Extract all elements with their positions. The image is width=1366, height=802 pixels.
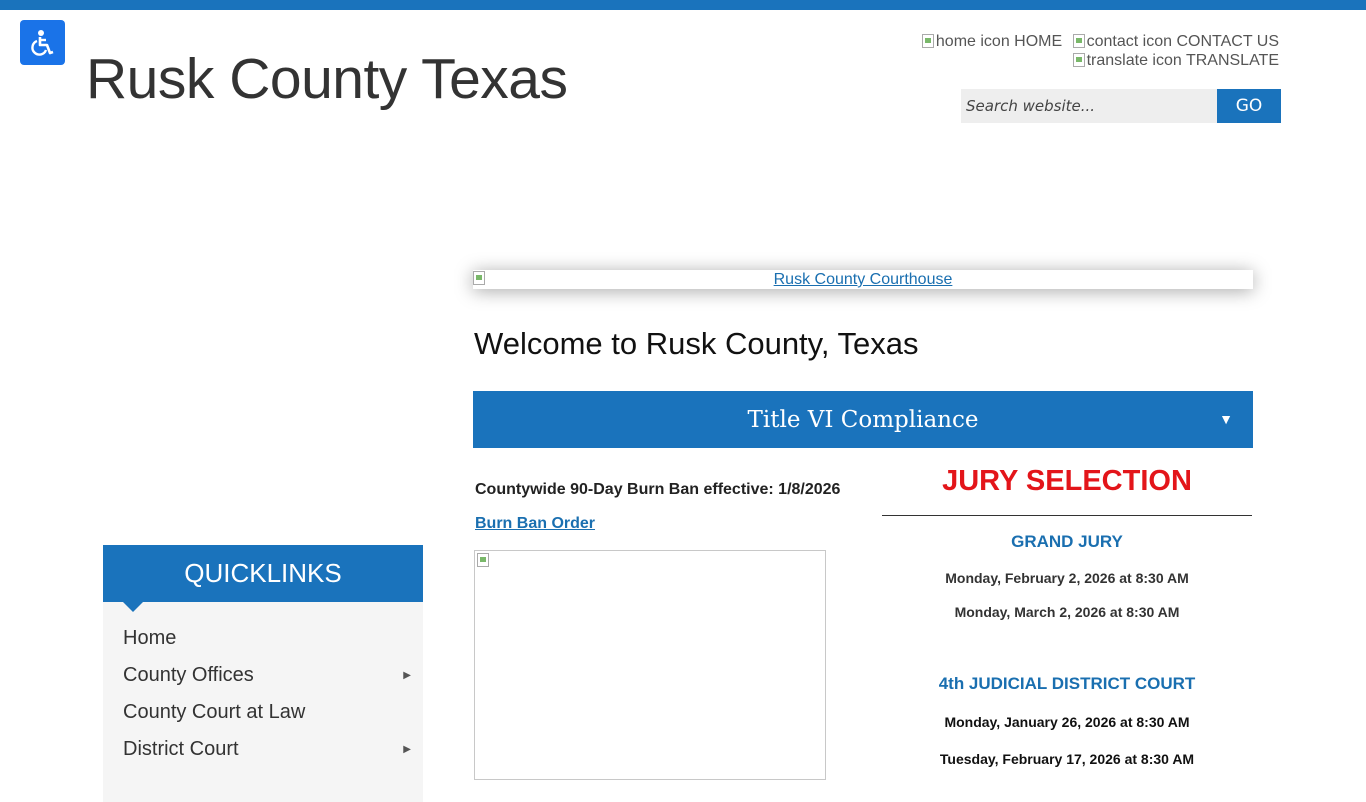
quicklink-label: District Court [123, 738, 239, 760]
welcome-heading: Welcome to Rusk County, Texas [474, 326, 919, 361]
district-court-date: Tuesday, February 17, 2026 at 8:30 AM [939, 751, 1195, 767]
caret-right-icon: ▶ [403, 744, 411, 755]
quicklink-item[interactable]: County Offices ▶ [103, 657, 423, 694]
district-court-date: Monday, January 26, 2026 at 8:30 AM [944, 714, 1190, 730]
translate-icon-alt: translate icon [1086, 52, 1182, 69]
courthouse-image-icon [473, 271, 485, 285]
jury-selection-panel: JURY SELECTION GRAND JURY Monday, Februa… [882, 460, 1252, 767]
quicklink-label: County Court at Law [123, 701, 306, 723]
contact-link-label: CONTACT US [1176, 33, 1279, 50]
home-icon-alt: home icon [935, 33, 1010, 50]
search-go-button[interactable]: GO [1217, 89, 1281, 123]
accordion-title: Title VI Compliance [747, 406, 979, 433]
jury-selection-title: JURY SELECTION [942, 465, 1192, 497]
accessibility-button[interactable] [20, 20, 65, 65]
grand-jury-date: Monday, February 2, 2026 at 8:30 AM [945, 570, 1189, 586]
search-form: GO [961, 89, 1281, 123]
quicklink-label: Home [123, 627, 177, 649]
burn-ban-order-link[interactable]: Burn Ban Order [475, 515, 595, 533]
chevron-down-icon: ▼ [1219, 411, 1233, 427]
home-link-label: HOME [1014, 33, 1063, 50]
top-accent-bar [0, 0, 1366, 10]
quicklinks-list: Home County Offices ▶ County Court at Law… [103, 602, 423, 802]
translate-icon [1072, 53, 1085, 67]
search-input[interactable] [961, 89, 1217, 123]
translate-link[interactable]: translate icon TRANSLATE [1072, 52, 1279, 69]
home-icon [921, 34, 934, 48]
quicklinks-heading: QUICKLINKS [103, 545, 423, 612]
broken-image-icon [477, 553, 489, 567]
site-title[interactable]: Rusk County Texas [86, 46, 568, 112]
courthouse-banner-link[interactable]: Rusk County Courthouse [774, 271, 953, 288]
quicklinks-panel: QUICKLINKS Home County Offices ▶ County C… [103, 545, 423, 802]
contact-icon-alt: contact icon [1086, 33, 1173, 50]
burn-ban-image [474, 550, 826, 780]
divider [882, 515, 1252, 516]
contact-icon [1072, 34, 1085, 48]
title-vi-accordion[interactable]: Title VI Compliance ▼ [473, 391, 1253, 448]
home-link[interactable]: home icon HOME [921, 33, 1063, 50]
district-court-heading: 4th JUDICIAL DISTRICT COURT [938, 674, 1196, 693]
grand-jury-heading: GRAND JURY [1011, 532, 1123, 551]
caret-right-icon: ▶ [403, 670, 411, 681]
burn-ban-notice: Countywide 90-Day Burn Ban effective: 1/… [475, 481, 841, 498]
grand-jury-date: Monday, March 2, 2026 at 8:30 AM [954, 604, 1180, 620]
quicklink-item[interactable]: County Court at Law [103, 694, 423, 731]
contact-link[interactable]: contact icon CONTACT US [1072, 33, 1279, 50]
wheelchair-icon [30, 29, 53, 56]
quicklink-item[interactable]: District Court ▶ [103, 731, 423, 768]
translate-link-label: TRANSLATE [1185, 52, 1279, 69]
quicklink-label: County Offices [123, 664, 254, 686]
utility-nav: home icon HOME contact icon CONTACT US t… [859, 32, 1279, 70]
quicklink-item[interactable]: Home [103, 620, 423, 657]
courthouse-banner: Rusk County Courthouse [473, 270, 1253, 289]
